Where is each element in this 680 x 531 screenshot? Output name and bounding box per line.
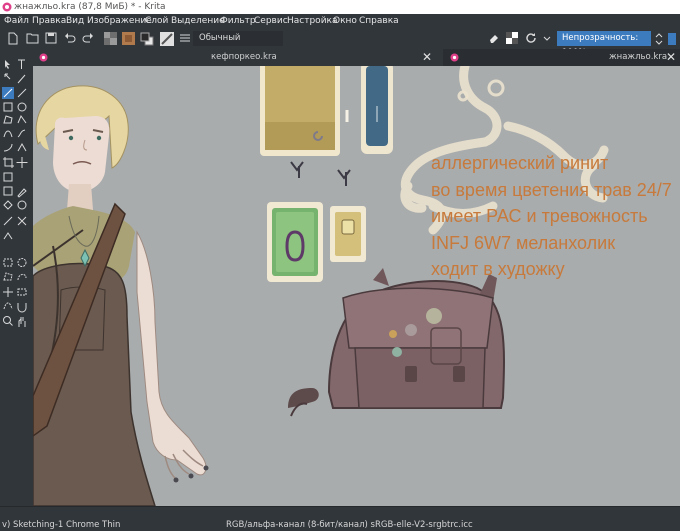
- pan-tool-icon[interactable]: [18, 317, 26, 327]
- brush-preset-name[interactable]: v) Sketching-1 Chrome Thin: [2, 520, 120, 530]
- menu-tools[interactable]: Сервис: [254, 14, 288, 29]
- dynamic-brush-tool-icon[interactable]: [3, 143, 13, 152]
- transform-tool-icon[interactable]: [3, 172, 13, 182]
- canvas-caption: аллергический ринит во время цветения тр…: [431, 150, 680, 283]
- color-picker-tool-icon[interactable]: [17, 188, 27, 198]
- preserve-alpha-icon[interactable]: [506, 32, 518, 46]
- window-title: жнажльо.kra (87,8 МиБ) * - Krita: [14, 2, 166, 12]
- tab-document-1[interactable]: кефпоркео.kra ✕: [33, 49, 443, 66]
- multibrush-tool-icon[interactable]: [17, 142, 27, 152]
- menu-edit[interactable]: Правка: [32, 14, 66, 29]
- caption-line: аллергический ринит: [431, 153, 609, 173]
- opacity-stepper-icon[interactable]: [655, 32, 663, 46]
- gradient-tool-icon[interactable]: [3, 186, 13, 196]
- rectangular-selection-tool-icon[interactable]: [3, 258, 13, 267]
- tab-label: кефпоркео.kra: [211, 52, 277, 62]
- opacity-slider[interactable]: Непрозрачность: 100%: [557, 31, 651, 58]
- mirror-toggle-icon[interactable]: [667, 32, 677, 46]
- assistant-tool-icon[interactable]: [17, 216, 27, 226]
- calligraphy-tool-icon[interactable]: [17, 74, 26, 84]
- tab-document-2[interactable]: жнажльо.kra ✕: [444, 49, 680, 66]
- new-document-icon[interactable]: [8, 32, 18, 46]
- polygonal-selection-tool-icon[interactable]: [3, 272, 13, 281]
- caption-line: INFJ 6W7 меланхолик: [431, 232, 616, 253]
- menu-filter[interactable]: Фильтр: [220, 14, 256, 29]
- pattern-swatch-icon[interactable]: [122, 32, 135, 46]
- magnetic-selection-tool-icon[interactable]: [17, 303, 27, 313]
- status-bar: v) Sketching-1 Chrome Thin RGB/альфа-кан…: [0, 506, 680, 531]
- menu-view[interactable]: Вид: [66, 14, 84, 29]
- smart-patch-tool-icon[interactable]: [17, 200, 27, 210]
- similar-selection-tool-icon[interactable]: [17, 288, 27, 296]
- save-icon[interactable]: [45, 32, 57, 46]
- bezier-tool-icon[interactable]: [3, 130, 13, 138]
- toolbox: [0, 49, 33, 506]
- tab-label: жнажльо.kra: [609, 52, 668, 62]
- menu-file[interactable]: Файл: [4, 14, 29, 29]
- fill-tool-icon[interactable]: [3, 200, 13, 210]
- reload-preset-icon[interactable]: [525, 32, 537, 46]
- zoom-tool-icon[interactable]: [3, 316, 11, 324]
- krita-window: жнажльо.kra (87,8 МиБ) * - Krita Файл Пр…: [0, 0, 680, 531]
- krita-logo-icon: [2, 2, 12, 12]
- freehand-selection-tool-icon[interactable]: [17, 273, 27, 281]
- move-tool-icon[interactable]: [16, 157, 28, 168]
- select-shapes-tool-icon[interactable]: [5, 60, 10, 69]
- foreground-background-color-icon[interactable]: [140, 32, 154, 46]
- brush-preset-icon[interactable]: [160, 32, 174, 46]
- color-space-label: RGB/альфа-канал (8-бит/канал) sRGB-elle-…: [226, 520, 473, 530]
- menu-settings[interactable]: Настройка: [287, 14, 338, 29]
- canvas[interactable]: аллергический ринит во время цветения тр…: [33, 66, 680, 506]
- menu-select[interactable]: Выделение: [171, 14, 225, 29]
- krita-document-icon: [39, 53, 48, 62]
- undo-icon[interactable]: [64, 32, 76, 46]
- bezier-selection-tool-icon[interactable]: [3, 302, 13, 310]
- redo-icon[interactable]: [82, 32, 94, 46]
- menu-help[interactable]: Справка: [359, 14, 399, 29]
- measure-tool-icon[interactable]: [3, 216, 13, 226]
- document-tab-bar: кефпоркео.kra ✕ жнажльо.kra ✕: [33, 49, 680, 66]
- crop-tool-icon[interactable]: [3, 157, 14, 168]
- line-tool-icon[interactable]: [17, 88, 27, 98]
- menu-window[interactable]: Окно: [333, 14, 357, 29]
- menu-image[interactable]: Изображение: [87, 14, 152, 29]
- brush-settings-icon[interactable]: [179, 32, 191, 46]
- caption-line: во время цветения трав 24/7: [431, 179, 672, 200]
- polyline-tool-icon[interactable]: [17, 114, 27, 124]
- caption-line: имеет РАС и тревожность: [431, 206, 648, 226]
- ellipse-tool-icon[interactable]: [17, 102, 27, 112]
- reference-images-tool-icon[interactable]: [3, 232, 13, 240]
- chevron-down-icon[interactable]: [543, 32, 551, 46]
- krita-document-icon: [450, 53, 459, 62]
- blend-mode-select[interactable]: Обычный: [193, 31, 283, 46]
- edit-shapes-tool-icon[interactable]: [4, 73, 11, 80]
- freehand-path-tool-icon[interactable]: [17, 129, 26, 138]
- eraser-icon[interactable]: [488, 32, 500, 46]
- close-tab-icon[interactable]: ✕: [422, 49, 432, 66]
- text-tool-icon[interactable]: [18, 59, 25, 69]
- rectangle-tool-icon[interactable]: [3, 102, 13, 112]
- polygon-tool-icon[interactable]: [3, 115, 13, 124]
- gradient-swatch-icon[interactable]: [104, 32, 117, 46]
- menu-layer[interactable]: Слой: [145, 14, 168, 29]
- elliptical-selection-tool-icon[interactable]: [17, 258, 27, 267]
- caption-line: ходит в художку: [431, 259, 565, 279]
- artwork: [33, 66, 609, 506]
- close-tab-icon[interactable]: ✕: [666, 49, 676, 66]
- menu-bar: Файл Правка Вид Изображение Слой Выделен…: [0, 14, 680, 29]
- open-folder-icon[interactable]: [26, 32, 39, 46]
- contiguous-selection-tool-icon[interactable]: [3, 287, 13, 297]
- title-bar: жнажльо.kra (87,8 МиБ) * - Krita: [0, 0, 680, 14]
